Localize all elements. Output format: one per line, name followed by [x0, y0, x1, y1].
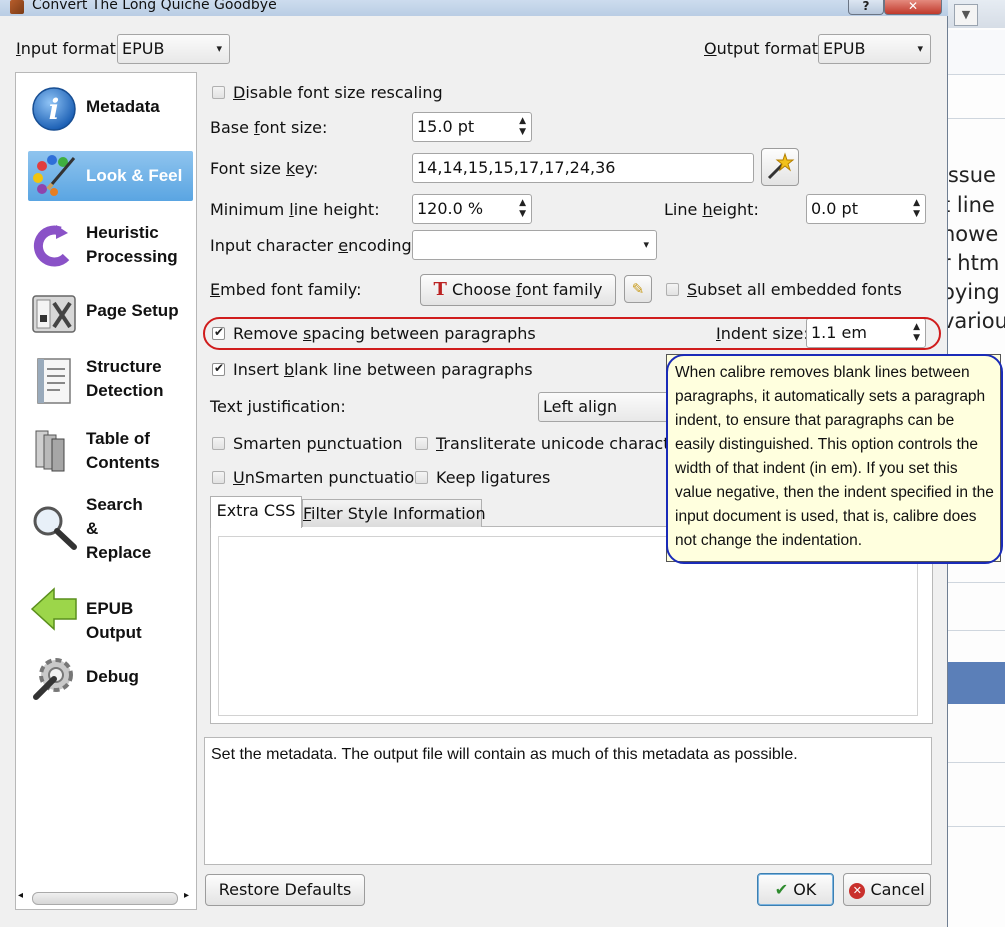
help-button[interactable]: ?	[848, 0, 884, 15]
input-format-label: Input format:	[16, 39, 122, 58]
background-text-line: variou	[948, 309, 1005, 333]
text-justification-select[interactable]: Left align	[538, 392, 678, 422]
smarten-punctuation-checkbox[interactable]	[212, 437, 225, 450]
sidebar-item-structure-detection[interactable]: Structure Detection	[28, 351, 193, 413]
title-bar: Convert The Long Quiche Goodbye ? ✕	[0, 0, 948, 16]
window-title: Convert The Long Quiche Goodbye	[32, 0, 277, 13]
document-icon	[37, 358, 71, 404]
font-size-wizard-button[interactable]	[761, 148, 799, 186]
sidebar-scrollbar[interactable]: ◂ ▸	[18, 890, 194, 906]
font-size-key-label: Font size key:	[210, 159, 319, 178]
sidebar-item-label: Structure Detection	[86, 357, 164, 400]
unsmarten-punctuation-label: UnSmarten punctuation	[233, 468, 425, 487]
output-format-select[interactable]: EPUB ▾	[818, 34, 931, 64]
background-text-line: t line	[948, 193, 995, 217]
sidebar-item-search-and-replace[interactable]: Search & Replace	[28, 487, 193, 573]
insert-blank-line-label: Insert blank line between paragraphs	[233, 360, 533, 379]
sidebar-item-label: Table of Contents	[86, 429, 160, 472]
input-format-select[interactable]: EPUB ▾	[117, 34, 230, 64]
books-icon	[35, 430, 65, 472]
transliterate-checkbox[interactable]	[415, 437, 428, 450]
highlight-oval-red	[203, 317, 941, 350]
arrow-left-icon	[30, 587, 77, 631]
sidebar-item-label: Search & Replace	[86, 495, 152, 562]
minimum-line-height-label: Minimum line height:	[210, 200, 380, 219]
output-format-label: Output format:	[704, 39, 824, 58]
tab-filter-style-information[interactable]: Filter Style Information	[302, 499, 486, 527]
sidebar-item-debug[interactable]: Debug	[28, 651, 193, 707]
chevron-down-icon: ▼	[954, 4, 978, 26]
sidebar-item-label: Heuristic Processing	[86, 223, 178, 266]
cancel-x-icon: ✕	[849, 882, 866, 899]
background-text-line: oying	[948, 280, 1000, 304]
insert-blank-line-checkbox[interactable]	[212, 361, 225, 376]
input-character-encoding-label: Input character encoding:	[210, 236, 418, 255]
page-setup-icon	[32, 295, 76, 333]
background-text-line: howe	[948, 222, 999, 246]
sidebar: i Metadata Look & Feel Heuristic Process…	[15, 72, 197, 910]
transliterate-label: Transliterate unicode characters	[436, 434, 695, 453]
palette-icon	[33, 155, 76, 196]
keep-ligatures-checkbox[interactable]	[415, 471, 428, 484]
close-button[interactable]: ✕	[884, 0, 942, 15]
scroll-left-icon[interactable]: ◂	[18, 890, 23, 901]
sidebar-item-label: Metadata	[86, 97, 160, 116]
keep-ligatures-label: Keep ligatures	[436, 468, 551, 487]
line-height-label: Line height:	[664, 200, 759, 219]
unsmarten-punctuation-checkbox[interactable]	[212, 471, 225, 484]
disable-font-rescaling-checkbox[interactable]	[212, 86, 225, 99]
sidebar-item-label: EPUB Output	[86, 599, 142, 642]
cancel-button[interactable]: ✕ Cancel	[843, 873, 931, 906]
convert-dialog: Convert The Long Quiche Goodbye ? ✕ Inpu…	[0, 0, 1003, 927]
help-description-text: Set the metadata. The output file will c…	[211, 746, 798, 763]
gear-wrench-icon	[33, 658, 73, 700]
base-font-size-label: Base font size:	[210, 118, 328, 137]
font-t-icon: T	[433, 279, 447, 300]
sidebar-item-label: Page Setup	[86, 301, 179, 320]
background-text-line: issue	[948, 163, 996, 187]
tab-extra-css[interactable]: Extra CSS	[210, 496, 302, 528]
background-text-line: r htm	[948, 251, 1000, 275]
checkmark-icon: ✔	[774, 880, 789, 899]
font-size-key-input[interactable]: 14,14,15,15,17,17,24,36	[412, 153, 754, 183]
input-character-encoding-select[interactable]: ▾	[412, 230, 657, 260]
broom-icon: ✎	[631, 280, 645, 298]
smarten-punctuation-label: Smarten punctuation	[233, 434, 403, 453]
subset-fonts-checkbox[interactable]	[666, 283, 679, 296]
highlight-oval-blue	[666, 354, 1003, 564]
magic-wand-icon	[767, 152, 795, 180]
sidebar-item-metadata[interactable]: i Metadata	[28, 81, 193, 137]
minimum-line-height-spinbox[interactable]: 120.0 % ▲ ▼	[412, 194, 532, 224]
help-description-box: Set the metadata. The output file will c…	[204, 737, 932, 865]
subset-fonts-label: Subset all embedded fonts	[687, 280, 902, 299]
scroll-right-icon[interactable]: ▸	[184, 890, 189, 901]
line-height-spinbox[interactable]: 0.0 pt ▲ ▼	[806, 194, 926, 224]
text-justification-label: Text justification:	[210, 397, 346, 416]
choose-font-family-button[interactable]: T Choose font family	[420, 274, 616, 306]
sidebar-item-table-of-contents[interactable]: Table of Contents	[28, 419, 193, 483]
magnifier-icon	[33, 506, 77, 550]
scrollbar-thumb[interactable]	[32, 892, 178, 905]
sidebar-item-heuristic-processing[interactable]: Heuristic Processing	[28, 215, 193, 279]
sidebar-item-label: Look & Feel	[86, 166, 183, 185]
info-icon: i	[32, 87, 76, 131]
svg-text:i: i	[49, 93, 60, 126]
clear-font-button[interactable]: ✎	[624, 275, 652, 303]
heuristic-icon	[33, 225, 70, 267]
sidebar-item-epub-output[interactable]: EPUB Output	[28, 581, 193, 642]
calibre-app-icon	[10, 0, 24, 14]
ok-button[interactable]: ✔ OK	[757, 873, 834, 906]
base-font-size-spinbox[interactable]: 15.0 pt ▲ ▼	[412, 112, 532, 142]
sidebar-item-page-setup[interactable]: Page Setup	[28, 289, 193, 341]
sidebar-item-look-and-feel[interactable]: Look & Feel	[28, 151, 193, 201]
embed-font-family-label: Embed font family:	[210, 280, 362, 299]
sidebar-item-label: Debug	[86, 667, 139, 686]
restore-defaults-button[interactable]: Restore Defaults	[205, 874, 365, 906]
disable-font-rescaling-label: Disable font size rescaling	[233, 83, 443, 102]
